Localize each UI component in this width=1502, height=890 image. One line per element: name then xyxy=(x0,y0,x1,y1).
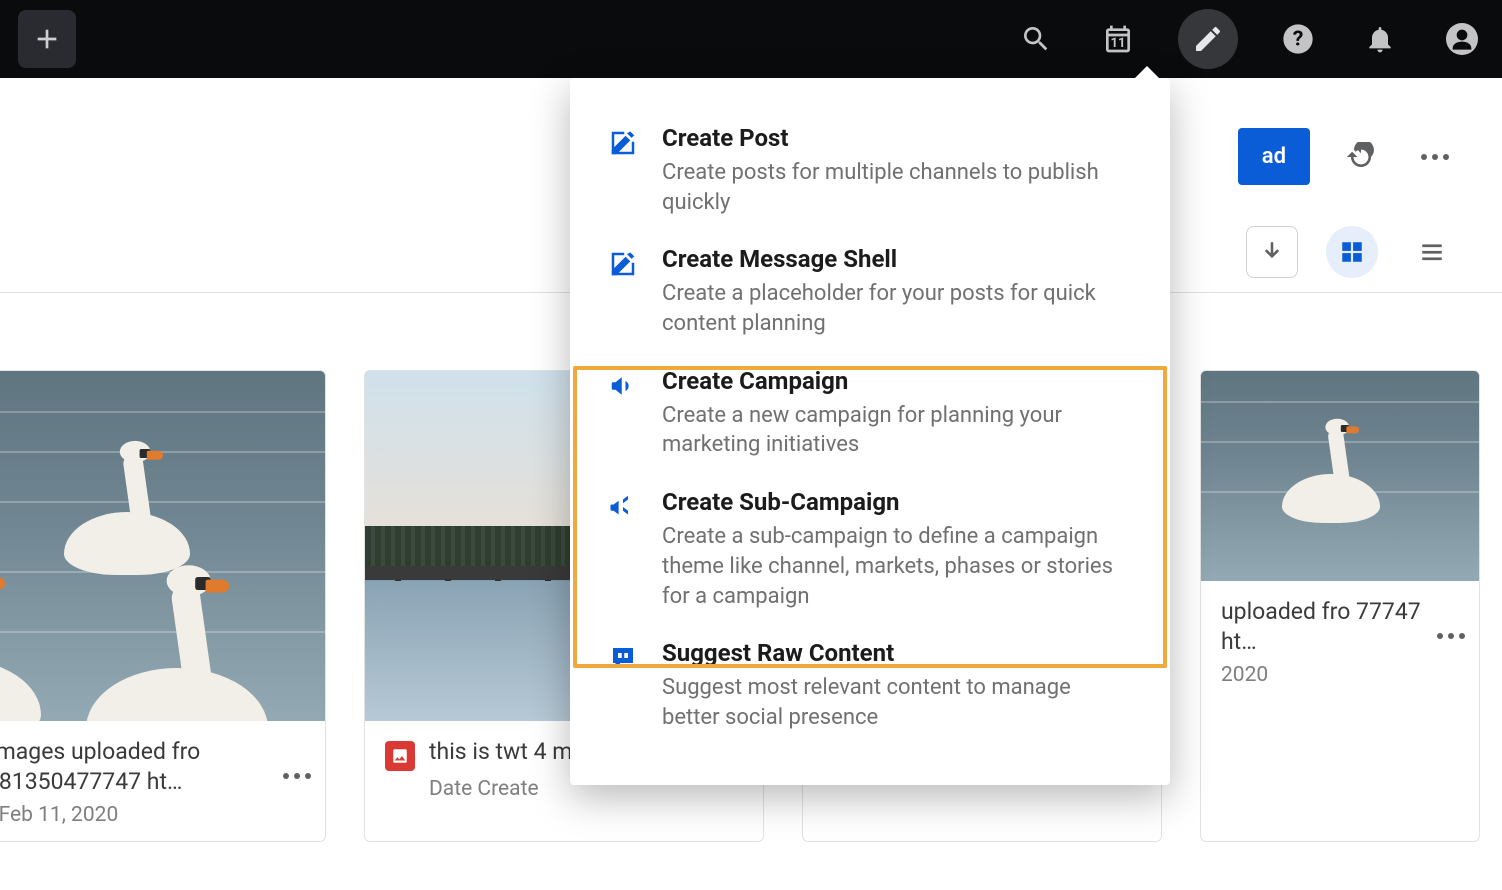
grid-view-button[interactable] xyxy=(1326,226,1378,278)
view-bar xyxy=(1246,226,1458,278)
asset-date: ated: Feb 11, 2020 xyxy=(0,803,305,827)
compose-icon[interactable] xyxy=(1178,9,1238,69)
topbar-right: 11 ? xyxy=(1014,9,1484,69)
sort-down-button[interactable] xyxy=(1246,226,1298,278)
menu-item-desc: Create a sub-campaign to define a campai… xyxy=(662,522,1132,611)
asset-card[interactable]: vt 4 images uploaded fro op1581350477747… xyxy=(0,370,326,842)
megaphones-icon xyxy=(606,490,640,524)
svg-text:?: ? xyxy=(1293,27,1304,52)
menu-item-create-campaign[interactable]: Create Campaign Create a new campaign fo… xyxy=(570,353,1170,474)
image-asset-icon xyxy=(385,741,415,771)
asset-card[interactable]: uploaded fro 77747 ht… 2020 xyxy=(1200,370,1480,842)
refresh-icon[interactable] xyxy=(1338,134,1384,180)
menu-item-suggest-raw-content[interactable]: Suggest Raw Content Suggest most relevan… xyxy=(570,625,1170,746)
action-bar: ad xyxy=(1238,128,1458,185)
menu-item-desc: Create posts for multiple channels to pu… xyxy=(662,158,1132,217)
menu-item-title: Create Message Shell xyxy=(662,245,1132,273)
calendar-icon[interactable]: 11 xyxy=(1096,17,1140,61)
menu-item-title: Create Post xyxy=(662,124,1132,152)
quote-bubble-icon xyxy=(606,641,640,675)
notifications-icon[interactable] xyxy=(1358,17,1402,61)
card-more-icon[interactable] xyxy=(283,773,311,779)
menu-item-title: Create Campaign xyxy=(662,367,1132,395)
card-more-icon[interactable] xyxy=(1437,633,1465,639)
menu-item-desc: Create a new campaign for planning your … xyxy=(662,401,1132,460)
menu-item-create-sub-campaign[interactable]: Create Sub-Campaign Create a sub-campaig… xyxy=(570,474,1170,625)
edit-square-icon xyxy=(606,126,640,160)
asset-thumbnail xyxy=(0,371,325,721)
asset-title: vt 4 images uploaded fro op1581350477747… xyxy=(0,737,305,797)
more-icon[interactable] xyxy=(1412,134,1458,180)
menu-item-desc: Suggest most relevant content to manage … xyxy=(662,673,1132,732)
menu-item-title: Suggest Raw Content xyxy=(662,639,1132,667)
list-view-button[interactable] xyxy=(1406,226,1458,278)
topbar: 11 ? xyxy=(0,0,1502,78)
primary-action-button[interactable]: ad xyxy=(1238,128,1310,185)
menu-item-create-post[interactable]: Create Post Create posts for multiple ch… xyxy=(570,110,1170,231)
asset-date: 2020 xyxy=(1221,663,1459,687)
menu-item-title: Create Sub-Campaign xyxy=(662,488,1132,516)
account-icon[interactable] xyxy=(1440,17,1484,61)
megaphone-icon xyxy=(606,369,640,403)
menu-item-desc: Create a placeholder for your posts for … xyxy=(662,279,1132,338)
help-icon[interactable]: ? xyxy=(1276,17,1320,61)
asset-thumbnail xyxy=(1201,371,1479,581)
search-icon[interactable] xyxy=(1014,17,1058,61)
compose-dropdown: Create Post Create posts for multiple ch… xyxy=(570,78,1170,785)
ellipsis-icon xyxy=(1421,154,1449,160)
asset-title: uploaded fro 77747 ht… xyxy=(1221,597,1459,657)
calendar-day: 11 xyxy=(1111,36,1126,51)
add-button[interactable] xyxy=(18,10,76,68)
menu-item-create-message-shell[interactable]: Create Message Shell Create a placeholde… xyxy=(570,231,1170,352)
edit-square-icon xyxy=(606,247,640,281)
